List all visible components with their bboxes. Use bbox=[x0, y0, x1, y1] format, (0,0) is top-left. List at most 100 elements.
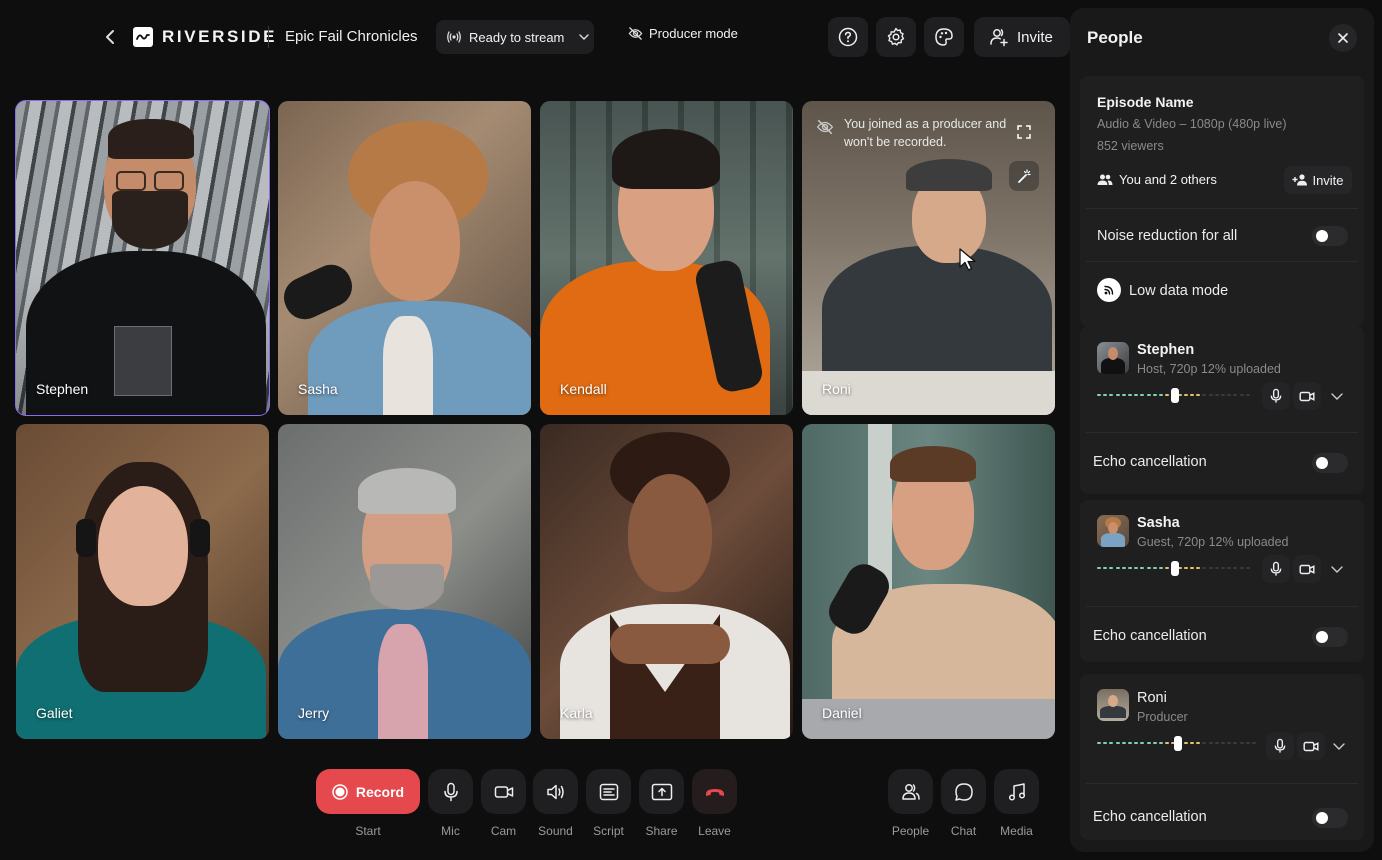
volume-slider[interactable] bbox=[1097, 736, 1259, 751]
meter-segment bbox=[1196, 742, 1201, 744]
meter-segment bbox=[1146, 567, 1151, 569]
person-mic-button[interactable] bbox=[1266, 732, 1294, 760]
stream-status-dropdown[interactable]: Ready to stream bbox=[436, 20, 594, 54]
sound-button[interactable] bbox=[533, 769, 578, 814]
meter-segment bbox=[1202, 394, 1207, 396]
meter-segment bbox=[1190, 567, 1194, 569]
effects-button[interactable] bbox=[1009, 161, 1039, 191]
fullscreen-button[interactable] bbox=[1009, 117, 1039, 147]
theme-button[interactable] bbox=[924, 17, 964, 57]
viewer-count: 852 viewers bbox=[1097, 139, 1164, 153]
participants-summary: You and 2 others bbox=[1097, 172, 1217, 187]
meter-segment bbox=[1190, 394, 1194, 396]
video-tile-karla[interactable]: Karla bbox=[540, 424, 793, 739]
group-icon bbox=[1097, 174, 1113, 185]
meter-segment bbox=[1221, 394, 1225, 396]
avatar bbox=[1097, 342, 1129, 374]
record-label: Record bbox=[355, 783, 405, 800]
avatar bbox=[1097, 689, 1129, 721]
help-button[interactable] bbox=[828, 17, 868, 57]
volume-slider-handle[interactable] bbox=[1171, 561, 1179, 576]
invite-label: Invite bbox=[1017, 28, 1053, 46]
video-tile-stephen[interactable]: Stephen bbox=[15, 100, 270, 416]
video-tile-jerry[interactable]: Jerry bbox=[278, 424, 531, 739]
meter-segment bbox=[1208, 742, 1213, 744]
divider bbox=[1086, 208, 1358, 209]
echo-cancellation-toggle[interactable] bbox=[1312, 808, 1348, 828]
echo-cancellation-label: Echo cancellation bbox=[1093, 628, 1207, 644]
person-silhouette bbox=[822, 246, 1052, 386]
chat-control: Chat bbox=[941, 769, 986, 838]
episode-invite-button[interactable]: Invite bbox=[1284, 166, 1352, 194]
close-panel-button[interactable] bbox=[1329, 24, 1357, 52]
person-role: Guest, 720p 12% uploaded bbox=[1137, 535, 1289, 549]
producer-notice: You joined as a producer and won't be re… bbox=[816, 115, 1026, 151]
meter-segment bbox=[1109, 394, 1114, 396]
record-button[interactable]: Record bbox=[316, 769, 420, 814]
person-mic-button[interactable] bbox=[1262, 555, 1290, 583]
meter-segment bbox=[1214, 394, 1219, 396]
cam-control: Cam bbox=[481, 769, 526, 838]
cam-caption: Cam bbox=[490, 824, 517, 838]
script-button[interactable] bbox=[586, 769, 631, 814]
meter-segment bbox=[1239, 394, 1244, 396]
video-tile-galiet[interactable]: Galiet bbox=[16, 424, 269, 739]
volume-slider-handle[interactable] bbox=[1174, 736, 1182, 751]
meter-segment bbox=[1208, 567, 1213, 569]
expand-person-button[interactable] bbox=[1329, 736, 1349, 756]
meter-segment bbox=[1233, 394, 1238, 396]
volume-slider[interactable] bbox=[1097, 561, 1253, 576]
media-caption: Media bbox=[1000, 824, 1033, 838]
media-button[interactable] bbox=[994, 769, 1039, 814]
person-camera-button[interactable] bbox=[1293, 555, 1321, 583]
meter-segment bbox=[1202, 742, 1207, 744]
session-title: Epic Fail Chronicles bbox=[285, 28, 418, 45]
noise-reduction-toggle[interactable] bbox=[1312, 226, 1348, 246]
echo-cancellation-toggle[interactable] bbox=[1312, 453, 1348, 473]
divider bbox=[1086, 606, 1358, 607]
meter-segment bbox=[1214, 567, 1219, 569]
participant-name: Kendall bbox=[560, 381, 607, 397]
leave-button[interactable] bbox=[692, 769, 737, 814]
person-camera-button[interactable] bbox=[1293, 382, 1321, 410]
meter-segment bbox=[1152, 394, 1157, 396]
volume-slider-handle[interactable] bbox=[1171, 388, 1179, 403]
video-tile-sasha[interactable]: Sasha bbox=[278, 101, 531, 415]
video-tile-daniel[interactable]: Daniel bbox=[802, 424, 1055, 739]
person-camera-button[interactable] bbox=[1297, 732, 1325, 760]
back-button[interactable] bbox=[100, 26, 120, 48]
volume-slider[interactable] bbox=[1097, 388, 1253, 403]
meter-segment bbox=[1233, 567, 1238, 569]
divider bbox=[1086, 432, 1358, 433]
low-data-mode-icon bbox=[1097, 278, 1121, 302]
meter-segment bbox=[1183, 742, 1188, 744]
invite-button[interactable]: Invite bbox=[974, 17, 1070, 57]
person-mic-button[interactable] bbox=[1262, 382, 1290, 410]
mic-button[interactable] bbox=[428, 769, 473, 814]
producer-mode-button[interactable]: Producer mode bbox=[628, 26, 738, 41]
meter-segment bbox=[1165, 394, 1170, 396]
chevron-down-icon bbox=[1331, 565, 1343, 573]
noise-reduction-label: Noise reduction for all bbox=[1097, 228, 1238, 244]
meter-segment bbox=[1221, 567, 1225, 569]
expand-person-button[interactable] bbox=[1327, 559, 1347, 579]
leave-control: Leave bbox=[692, 769, 737, 838]
expand-person-button[interactable] bbox=[1327, 386, 1347, 406]
chat-button[interactable] bbox=[941, 769, 986, 814]
settings-button[interactable] bbox=[876, 17, 916, 57]
share-button[interactable] bbox=[639, 769, 684, 814]
echo-cancellation-toggle[interactable] bbox=[1312, 627, 1348, 647]
cam-button[interactable] bbox=[481, 769, 526, 814]
video-tile-roni[interactable]: You joined as a producer and won't be re… bbox=[802, 101, 1055, 415]
participant-name: Jerry bbox=[298, 705, 330, 721]
episode-card: Episode Name Audio & Video – 1080p (480p… bbox=[1080, 76, 1364, 326]
video-tile-kendall[interactable]: Kendall bbox=[540, 101, 793, 415]
person-name: Roni bbox=[1137, 690, 1167, 706]
palette-icon bbox=[935, 28, 953, 46]
person-name: Sasha bbox=[1137, 515, 1180, 531]
people-button[interactable] bbox=[888, 769, 933, 814]
producer-mode-label: Producer mode bbox=[649, 26, 738, 41]
producer-notice-text: You joined as a producer and won't be re… bbox=[844, 117, 1007, 149]
echo-cancellation-label: Echo cancellation bbox=[1093, 809, 1207, 825]
meter-segment bbox=[1245, 742, 1250, 744]
